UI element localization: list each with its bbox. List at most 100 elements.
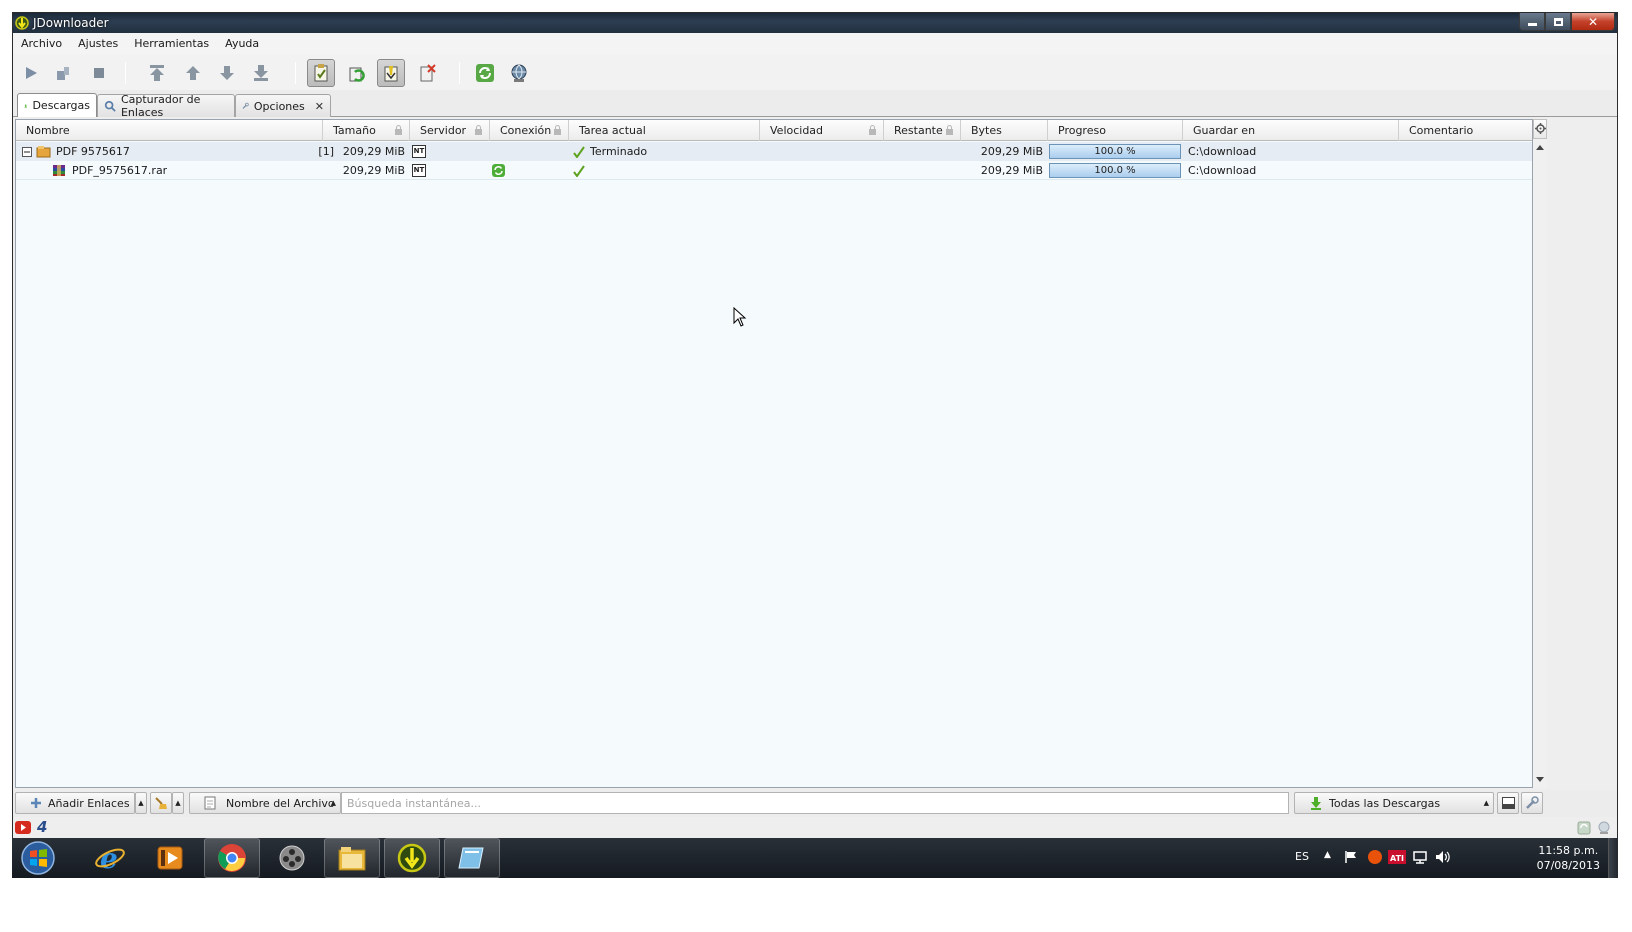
language-indicator[interactable]: ES — [1295, 850, 1309, 863]
column-header-velocidad[interactable]: Velocidad — [760, 120, 884, 141]
file-progress-label: 100.0 % — [1094, 165, 1136, 176]
volume-icon[interactable] — [1434, 849, 1452, 865]
scroll-down-arrow-icon[interactable] — [1536, 777, 1544, 782]
move-to-bottom-button[interactable] — [247, 59, 275, 87]
bottom-panel-toggle-button[interactable] — [1497, 792, 1519, 814]
tab-descargas-label: Descargas — [32, 99, 90, 112]
dropdown-arrow-icon: ▲ — [1483, 799, 1489, 807]
title-bar[interactable]: JDownloader ✕ — [13, 13, 1617, 33]
cleanup-button[interactable] — [150, 792, 172, 814]
search-field-selector[interactable]: Nombre del Archivo ▲ — [189, 792, 341, 814]
file-progress-bar: 100.0 % — [1049, 163, 1181, 178]
tab-capturador-label: Capturador de Enlaces — [120, 93, 201, 119]
youtube-icon[interactable] — [15, 821, 31, 834]
network-icon[interactable] — [1412, 850, 1428, 864]
add-plus-icon — [31, 798, 41, 808]
taskbar-file-explorer[interactable] — [324, 838, 380, 878]
close-window-button[interactable]: ✕ — [1571, 13, 1615, 31]
close-tab-icon[interactable]: ✕ — [315, 100, 324, 113]
add-links-button[interactable]: Añadir Enlaces — [15, 792, 135, 814]
start-downloads-button[interactable] — [17, 59, 45, 87]
column-header-restante[interactable]: Restante — [884, 120, 961, 141]
package-row[interactable]: PDF 9575617 [1] 209,29 MiB NT Terminado … — [16, 142, 1532, 161]
instant-search-input[interactable] — [341, 792, 1289, 814]
minimize-button[interactable] — [1519, 13, 1545, 31]
download-view-filter[interactable]: Todas las Descargas ▲ — [1294, 792, 1494, 814]
add-links-dropdown[interactable]: ▲ — [135, 792, 147, 814]
show-desktop-button[interactable] — [1608, 838, 1618, 878]
stop-downloads-button[interactable] — [85, 59, 113, 87]
auto-reconnect-button[interactable] — [343, 59, 371, 87]
column-header-comentario[interactable]: Comentario — [1399, 120, 1532, 141]
menu-ayuda[interactable]: Ayuda — [217, 33, 267, 54]
column-header-bytes-descargados[interactable]: Bytes Desca... — [961, 120, 1048, 158]
column-header-tamano[interactable]: Tamaño — [323, 120, 410, 141]
panel-layout-icon — [1501, 797, 1515, 809]
tab-capturador-de-enlaces[interactable]: Capturador de Enlaces — [97, 93, 235, 119]
lock-icon — [475, 125, 482, 135]
premium-toggle-button[interactable] — [377, 59, 405, 87]
tools-icon — [242, 102, 249, 109]
tab-opciones-label: Opciones — [253, 99, 305, 113]
quick-settings-button[interactable] — [1521, 792, 1543, 814]
package-progress-bar: 100.0 % — [1049, 144, 1181, 159]
column-header-tarea-actual[interactable]: Tarea actual — [569, 120, 760, 141]
file-row[interactable]: PDF_9575617.rar 209,29 MiB NT 209,29 MiB… — [16, 161, 1532, 180]
file-size: 209,29 MiB — [342, 164, 405, 177]
menu-archivo[interactable]: Archivo — [13, 33, 70, 54]
taskbar-movie-maker[interactable] — [264, 838, 320, 878]
arrow-up-icon — [186, 66, 200, 80]
menu-ajustes[interactable]: Ajustes — [70, 33, 126, 54]
linkgrabber-icon — [104, 100, 116, 112]
taskbar-media-player[interactable] — [142, 838, 198, 878]
reconnect-now-button[interactable] — [471, 59, 499, 87]
scroll-up-arrow-icon[interactable] — [1536, 145, 1544, 150]
move-up-button[interactable] — [179, 59, 207, 87]
dropdown-arrow-icon: ▲ — [330, 799, 336, 807]
clear-icon — [420, 64, 436, 82]
maximize-icon — [1553, 17, 1563, 26]
tab-bar: Descargas Capturador de Enlaces Opciones… — [13, 90, 1617, 119]
download-arrow-icon — [1311, 797, 1321, 810]
orange-tray-icon[interactable] — [1367, 849, 1383, 865]
dropdown-arrow-icon: ▲ — [138, 799, 144, 807]
premium-icon — [384, 66, 398, 82]
ati-catalyst-icon[interactable]: ATI — [1388, 850, 1406, 864]
folder-icon — [338, 847, 366, 871]
cleanup-dropdown[interactable]: ▲ — [172, 792, 184, 814]
table-vertical-scrollbar[interactable] — [1533, 119, 1547, 788]
start-button[interactable] — [12, 838, 64, 878]
add-links-label: Añadir Enlaces — [48, 796, 130, 810]
taskbar-jdownloader[interactable] — [384, 838, 440, 878]
maximize-button[interactable] — [1545, 13, 1571, 31]
collapse-icon[interactable] — [22, 147, 32, 157]
column-header-guardar-en[interactable]: Guardar en — [1183, 120, 1399, 141]
tab-descargas[interactable]: Descargas — [17, 93, 97, 117]
lock-icon — [395, 125, 402, 135]
move-down-button[interactable] — [213, 59, 241, 87]
taskbar-chrome[interactable] — [204, 838, 260, 878]
tab-opciones[interactable]: Opciones ✕ — [235, 94, 331, 117]
show-hidden-icons-icon[interactable]: ▲ — [1324, 850, 1331, 860]
column-header-progreso[interactable]: Progreso — [1048, 120, 1183, 141]
reconnect-status-icon[interactable] — [1577, 821, 1591, 835]
system-clock[interactable]: 11:58 p.m. 07/08/2013 — [1537, 843, 1600, 873]
action-center-flag-icon[interactable] — [1344, 850, 1358, 864]
taskbar-app-window[interactable] — [444, 838, 500, 878]
clear-list-button[interactable] — [413, 59, 441, 87]
windows-taskbar: e ES ▲ ATI 11:58 p.m. 07/08/2013 — [12, 838, 1618, 878]
taskbar-internet-explorer[interactable]: e — [82, 838, 138, 878]
column-chooser-button[interactable] — [1533, 119, 1547, 139]
clipboard-observer-button[interactable] — [307, 59, 335, 87]
column-header-conexion[interactable]: Conexión — [490, 120, 569, 141]
update-status-icon[interactable] — [1597, 821, 1611, 835]
move-to-top-button[interactable] — [143, 59, 171, 87]
update-check-button[interactable] — [505, 59, 533, 87]
menu-herramientas[interactable]: Herramientas — [126, 33, 217, 54]
file-name: PDF_9575617.rar — [72, 164, 168, 177]
tools-icon — [1526, 796, 1539, 809]
column-header-servidor[interactable]: Servidor — [410, 120, 490, 141]
column-header-nombre[interactable]: Nombre — [16, 120, 323, 141]
pause-downloads-button[interactable] — [49, 59, 77, 87]
package-size: 209,29 MiB — [342, 145, 405, 158]
